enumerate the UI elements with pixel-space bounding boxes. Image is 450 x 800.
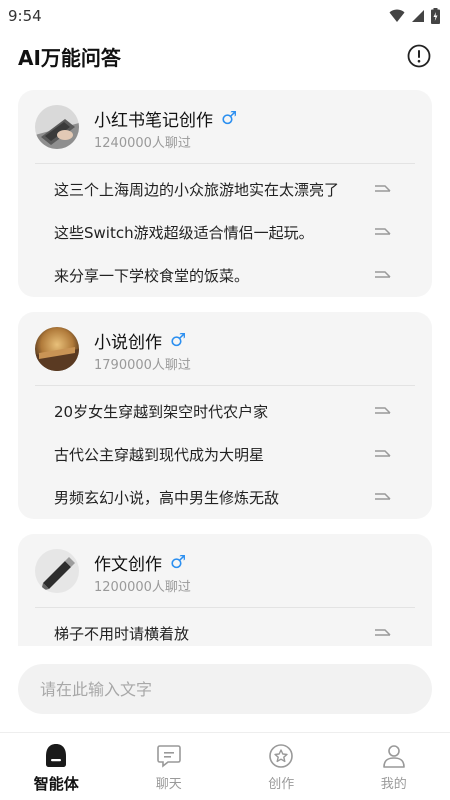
question-text: 来分享一下学校食堂的饭菜。 xyxy=(54,267,250,285)
agent-card-header[interactable]: 小红书笔记创作 ♂ 1240000人聊过 xyxy=(18,90,432,164)
message-input-bar[interactable] xyxy=(18,664,432,714)
agent-card-novel[interactable]: 小说创作 ♂ 1790000人聊过 20岁女生穿越到架空时代农户家 古代公主穿越… xyxy=(18,312,432,519)
question-item[interactable]: 这三个上海周边的小众旅游地实在太漂亮了 xyxy=(18,168,432,211)
avatar xyxy=(35,327,79,371)
agent-card-xiaohongshu[interactable]: 小红书笔记创作 ♂ 1240000人聊过 这三个上海周边的小众旅游地实在太漂亮了… xyxy=(18,90,432,297)
arrow-right-icon xyxy=(375,407,391,414)
arrow-right-icon xyxy=(375,185,391,192)
tab-label: 创作 xyxy=(268,777,295,792)
agent-list[interactable]: 小红书笔记创作 ♂ 1240000人聊过 这三个上海周边的小众旅游地实在太漂亮了… xyxy=(0,88,450,646)
app-header: AI万能问答 xyxy=(0,36,450,76)
divider xyxy=(35,163,415,164)
status-icons xyxy=(389,8,440,24)
chat-count: 1790000人聊过 xyxy=(94,358,191,373)
agent-icon xyxy=(43,743,69,769)
question-text: 这些Switch游戏超级适合情侣一起玩。 xyxy=(54,224,314,242)
male-icon: ♂ xyxy=(170,551,187,573)
question-item[interactable]: 男频玄幻小说，高中男生修炼无敌 xyxy=(18,476,432,519)
divider xyxy=(35,607,415,608)
signal-icon xyxy=(412,10,424,22)
question-text: 20岁女生穿越到架空时代农户家 xyxy=(54,403,269,421)
question-item[interactable]: 20岁女生穿越到架空时代农户家 xyxy=(18,390,432,433)
wifi-icon xyxy=(389,9,405,22)
status-time: 9:54 xyxy=(8,7,42,25)
info-button[interactable] xyxy=(406,43,432,69)
arrow-right-icon xyxy=(375,493,391,500)
message-input[interactable] xyxy=(40,679,410,699)
bottom-tab-bar: 智能体 聊天 创作 我的 xyxy=(0,732,450,800)
tab-chat[interactable]: 聊天 xyxy=(113,733,226,800)
agent-title: 小红书笔记创作 ♂ xyxy=(94,106,237,131)
tab-label: 智能体 xyxy=(33,775,79,793)
tab-profile[interactable]: 我的 xyxy=(338,733,450,800)
arrow-right-icon xyxy=(375,228,391,235)
agent-title: 作文创作 ♂ xyxy=(94,550,186,575)
tab-label: 聊天 xyxy=(155,777,182,792)
male-icon: ♂ xyxy=(221,107,238,129)
tab-create[interactable]: 创作 xyxy=(225,733,338,800)
arrow-right-icon xyxy=(375,450,391,457)
male-icon: ♂ xyxy=(170,329,187,351)
profile-icon xyxy=(381,743,407,769)
divider xyxy=(35,385,415,386)
tab-label: 我的 xyxy=(380,777,407,792)
agent-card-header[interactable]: 小说创作 ♂ 1790000人聊过 xyxy=(18,312,432,386)
page-title: AI万能问答 xyxy=(18,45,121,70)
arrow-right-icon xyxy=(375,629,391,636)
tab-agents[interactable]: 智能体 xyxy=(0,733,113,800)
agent-title-text: 作文创作 xyxy=(94,555,162,575)
agent-card-header[interactable]: 作文创作 ♂ 1200000人聊过 xyxy=(18,534,432,608)
question-text: 古代公主穿越到现代成为大明星 xyxy=(54,446,265,464)
agent-title-text: 小红书笔记创作 xyxy=(94,111,213,131)
agent-title-text: 小说创作 xyxy=(94,333,162,353)
chat-icon xyxy=(156,743,182,769)
question-item[interactable]: 来分享一下学校食堂的饭菜。 xyxy=(18,254,432,297)
chat-count: 1240000人聊过 xyxy=(94,136,191,151)
question-text: 这三个上海周边的小众旅游地实在太漂亮了 xyxy=(54,181,340,199)
question-text: 男频玄幻小说，高中男生修炼无敌 xyxy=(54,489,280,507)
arrow-right-icon xyxy=(375,271,391,278)
question-item[interactable]: 梯子不用时请横着放 xyxy=(18,612,432,646)
info-icon xyxy=(407,44,431,68)
agent-title: 小说创作 ♂ xyxy=(94,328,186,353)
avatar xyxy=(35,105,79,149)
agent-card-essay[interactable]: 作文创作 ♂ 1200000人聊过 梯子不用时请横着放 xyxy=(18,534,432,646)
question-text: 梯子不用时请横着放 xyxy=(54,625,190,643)
question-item[interactable]: 这些Switch游戏超级适合情侣一起玩。 xyxy=(18,211,432,254)
avatar xyxy=(35,549,79,593)
chat-count: 1200000人聊过 xyxy=(94,580,191,595)
status-bar: 9:54 xyxy=(0,0,450,32)
battery-icon xyxy=(431,8,440,24)
create-icon xyxy=(268,743,294,769)
question-item[interactable]: 古代公主穿越到现代成为大明星 xyxy=(18,433,432,476)
